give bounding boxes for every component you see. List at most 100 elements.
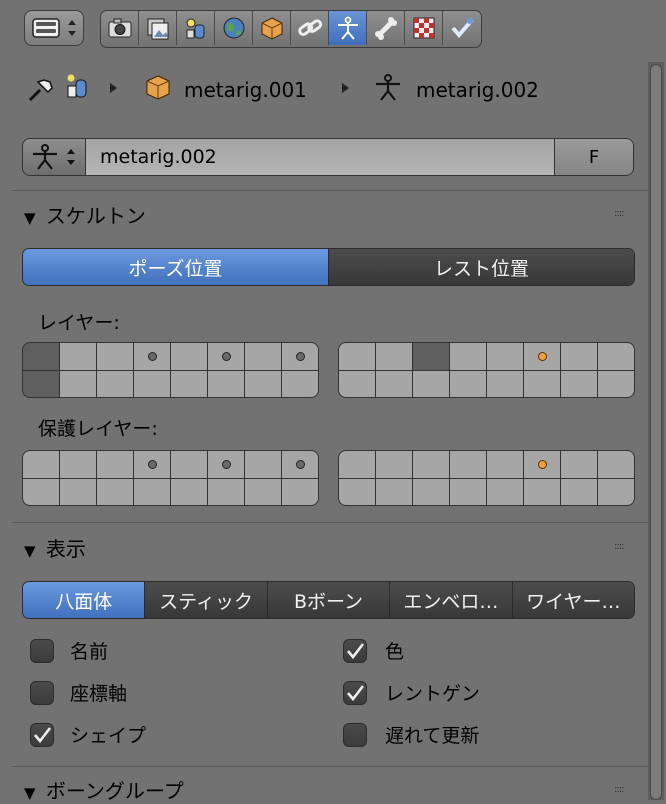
- display-panel-header[interactable]: ▼ 表示: [24, 533, 86, 562]
- layer-button[interactable]: [97, 451, 133, 478]
- layer-button[interactable]: [282, 478, 318, 505]
- datablock-browse-button[interactable]: [23, 139, 86, 175]
- layer-button[interactable]: [487, 370, 523, 397]
- tab-texture[interactable]: [405, 11, 443, 45]
- layer-button[interactable]: [339, 343, 375, 370]
- mode-stick-button[interactable]: スティック: [145, 582, 268, 618]
- tab-bone[interactable]: [367, 11, 405, 45]
- layer-button[interactable]: [450, 370, 486, 397]
- layer-button[interactable]: [598, 478, 634, 505]
- mode-bbone-button[interactable]: Bボーン: [267, 582, 391, 618]
- layer-button[interactable]: [134, 478, 170, 505]
- layer-button[interactable]: [23, 343, 59, 370]
- layer-button[interactable]: [450, 478, 486, 505]
- layer-button[interactable]: [487, 478, 523, 505]
- layer-button[interactable]: [245, 370, 281, 397]
- layer-button[interactable]: [60, 343, 96, 370]
- checkbox[interactable]: [343, 722, 367, 747]
- option-colors[interactable]: 色: [343, 637, 404, 664]
- tab-armature-data[interactable]: [329, 11, 367, 45]
- checkbox[interactable]: [30, 638, 54, 663]
- tab-modifiers[interactable]: [443, 11, 481, 45]
- scrollbar-thumb[interactable]: [650, 64, 662, 800]
- layer-button[interactable]: [598, 343, 634, 370]
- pin-icon[interactable]: [24, 72, 58, 110]
- layer-button[interactable]: [208, 370, 244, 397]
- layer-button[interactable]: [97, 343, 133, 370]
- layer-button[interactable]: [413, 478, 449, 505]
- mode-envelope-button[interactable]: エンベロ…: [390, 582, 513, 618]
- layer-button[interactable]: [60, 478, 96, 505]
- editor-type-button[interactable]: [24, 10, 84, 46]
- layer-button[interactable]: [524, 478, 560, 505]
- layer-button[interactable]: [561, 451, 597, 478]
- tab-constraints[interactable]: [291, 11, 329, 45]
- layer-button[interactable]: [282, 343, 318, 370]
- layer-button[interactable]: [450, 451, 486, 478]
- layer-button[interactable]: [450, 343, 486, 370]
- layer-button[interactable]: [208, 451, 244, 478]
- tab-render[interactable]: [101, 11, 139, 45]
- layer-button[interactable]: [245, 343, 281, 370]
- checkbox[interactable]: [30, 722, 54, 747]
- drag-grip-icon[interactable]: ::::: [614, 541, 625, 552]
- layer-button[interactable]: [171, 478, 207, 505]
- layer-button[interactable]: [487, 343, 523, 370]
- option-delay-refresh[interactable]: 遅れて更新: [343, 721, 479, 748]
- tab-scene[interactable]: [177, 11, 215, 45]
- layer-button[interactable]: [339, 451, 375, 478]
- layer-button[interactable]: [208, 343, 244, 370]
- layer-button[interactable]: [245, 478, 281, 505]
- layer-button[interactable]: [134, 451, 170, 478]
- option-names[interactable]: 名前: [30, 637, 108, 664]
- option-xray[interactable]: レントゲン: [343, 679, 480, 706]
- layer-button[interactable]: [208, 478, 244, 505]
- layer-button[interactable]: [524, 451, 560, 478]
- layer-button[interactable]: [23, 451, 59, 478]
- layer-button[interactable]: [598, 451, 634, 478]
- layer-button[interactable]: [376, 451, 412, 478]
- layer-button[interactable]: [376, 370, 412, 397]
- layer-button[interactable]: [524, 343, 560, 370]
- tab-world[interactable]: [215, 11, 253, 45]
- layer-button[interactable]: [339, 370, 375, 397]
- layer-button[interactable]: [282, 451, 318, 478]
- layer-button[interactable]: [413, 370, 449, 397]
- layer-button[interactable]: [171, 370, 207, 397]
- layer-button[interactable]: [97, 478, 133, 505]
- skeleton-panel-header[interactable]: ▼ スケルトン: [24, 200, 146, 229]
- layer-button[interactable]: [598, 370, 634, 397]
- layer-button[interactable]: [561, 343, 597, 370]
- option-shapes[interactable]: シェイプ: [30, 721, 146, 748]
- pose-position-button[interactable]: ポーズ位置: [23, 249, 329, 285]
- layer-button[interactable]: [97, 370, 133, 397]
- datablock-name-input[interactable]: metarig.002: [86, 139, 554, 175]
- layer-button[interactable]: [561, 370, 597, 397]
- tab-object[interactable]: [253, 11, 291, 45]
- layer-button[interactable]: [561, 478, 597, 505]
- option-axes[interactable]: 座標軸: [30, 679, 127, 706]
- mode-octahedral-button[interactable]: 八面体: [23, 582, 146, 618]
- layer-button[interactable]: [171, 343, 207, 370]
- layer-button[interactable]: [282, 370, 318, 397]
- drag-grip-icon[interactable]: ::::: [614, 208, 625, 219]
- layer-button[interactable]: [23, 478, 59, 505]
- tab-render-layers[interactable]: [139, 11, 177, 45]
- checkbox[interactable]: [30, 680, 54, 705]
- layer-button[interactable]: [134, 370, 170, 397]
- rest-position-button[interactable]: レスト位置: [329, 249, 634, 285]
- layer-button[interactable]: [60, 370, 96, 397]
- layer-button[interactable]: [23, 370, 59, 397]
- layer-button[interactable]: [376, 343, 412, 370]
- checkbox[interactable]: [343, 680, 367, 705]
- fake-user-button[interactable]: F: [554, 139, 633, 175]
- layer-button[interactable]: [487, 451, 523, 478]
- layer-button[interactable]: [60, 451, 96, 478]
- layer-button[interactable]: [339, 478, 375, 505]
- layer-button[interactable]: [413, 451, 449, 478]
- layer-button[interactable]: [524, 370, 560, 397]
- layer-button[interactable]: [134, 343, 170, 370]
- layer-button[interactable]: [245, 451, 281, 478]
- checkbox[interactable]: [343, 638, 367, 663]
- layer-button[interactable]: [376, 478, 412, 505]
